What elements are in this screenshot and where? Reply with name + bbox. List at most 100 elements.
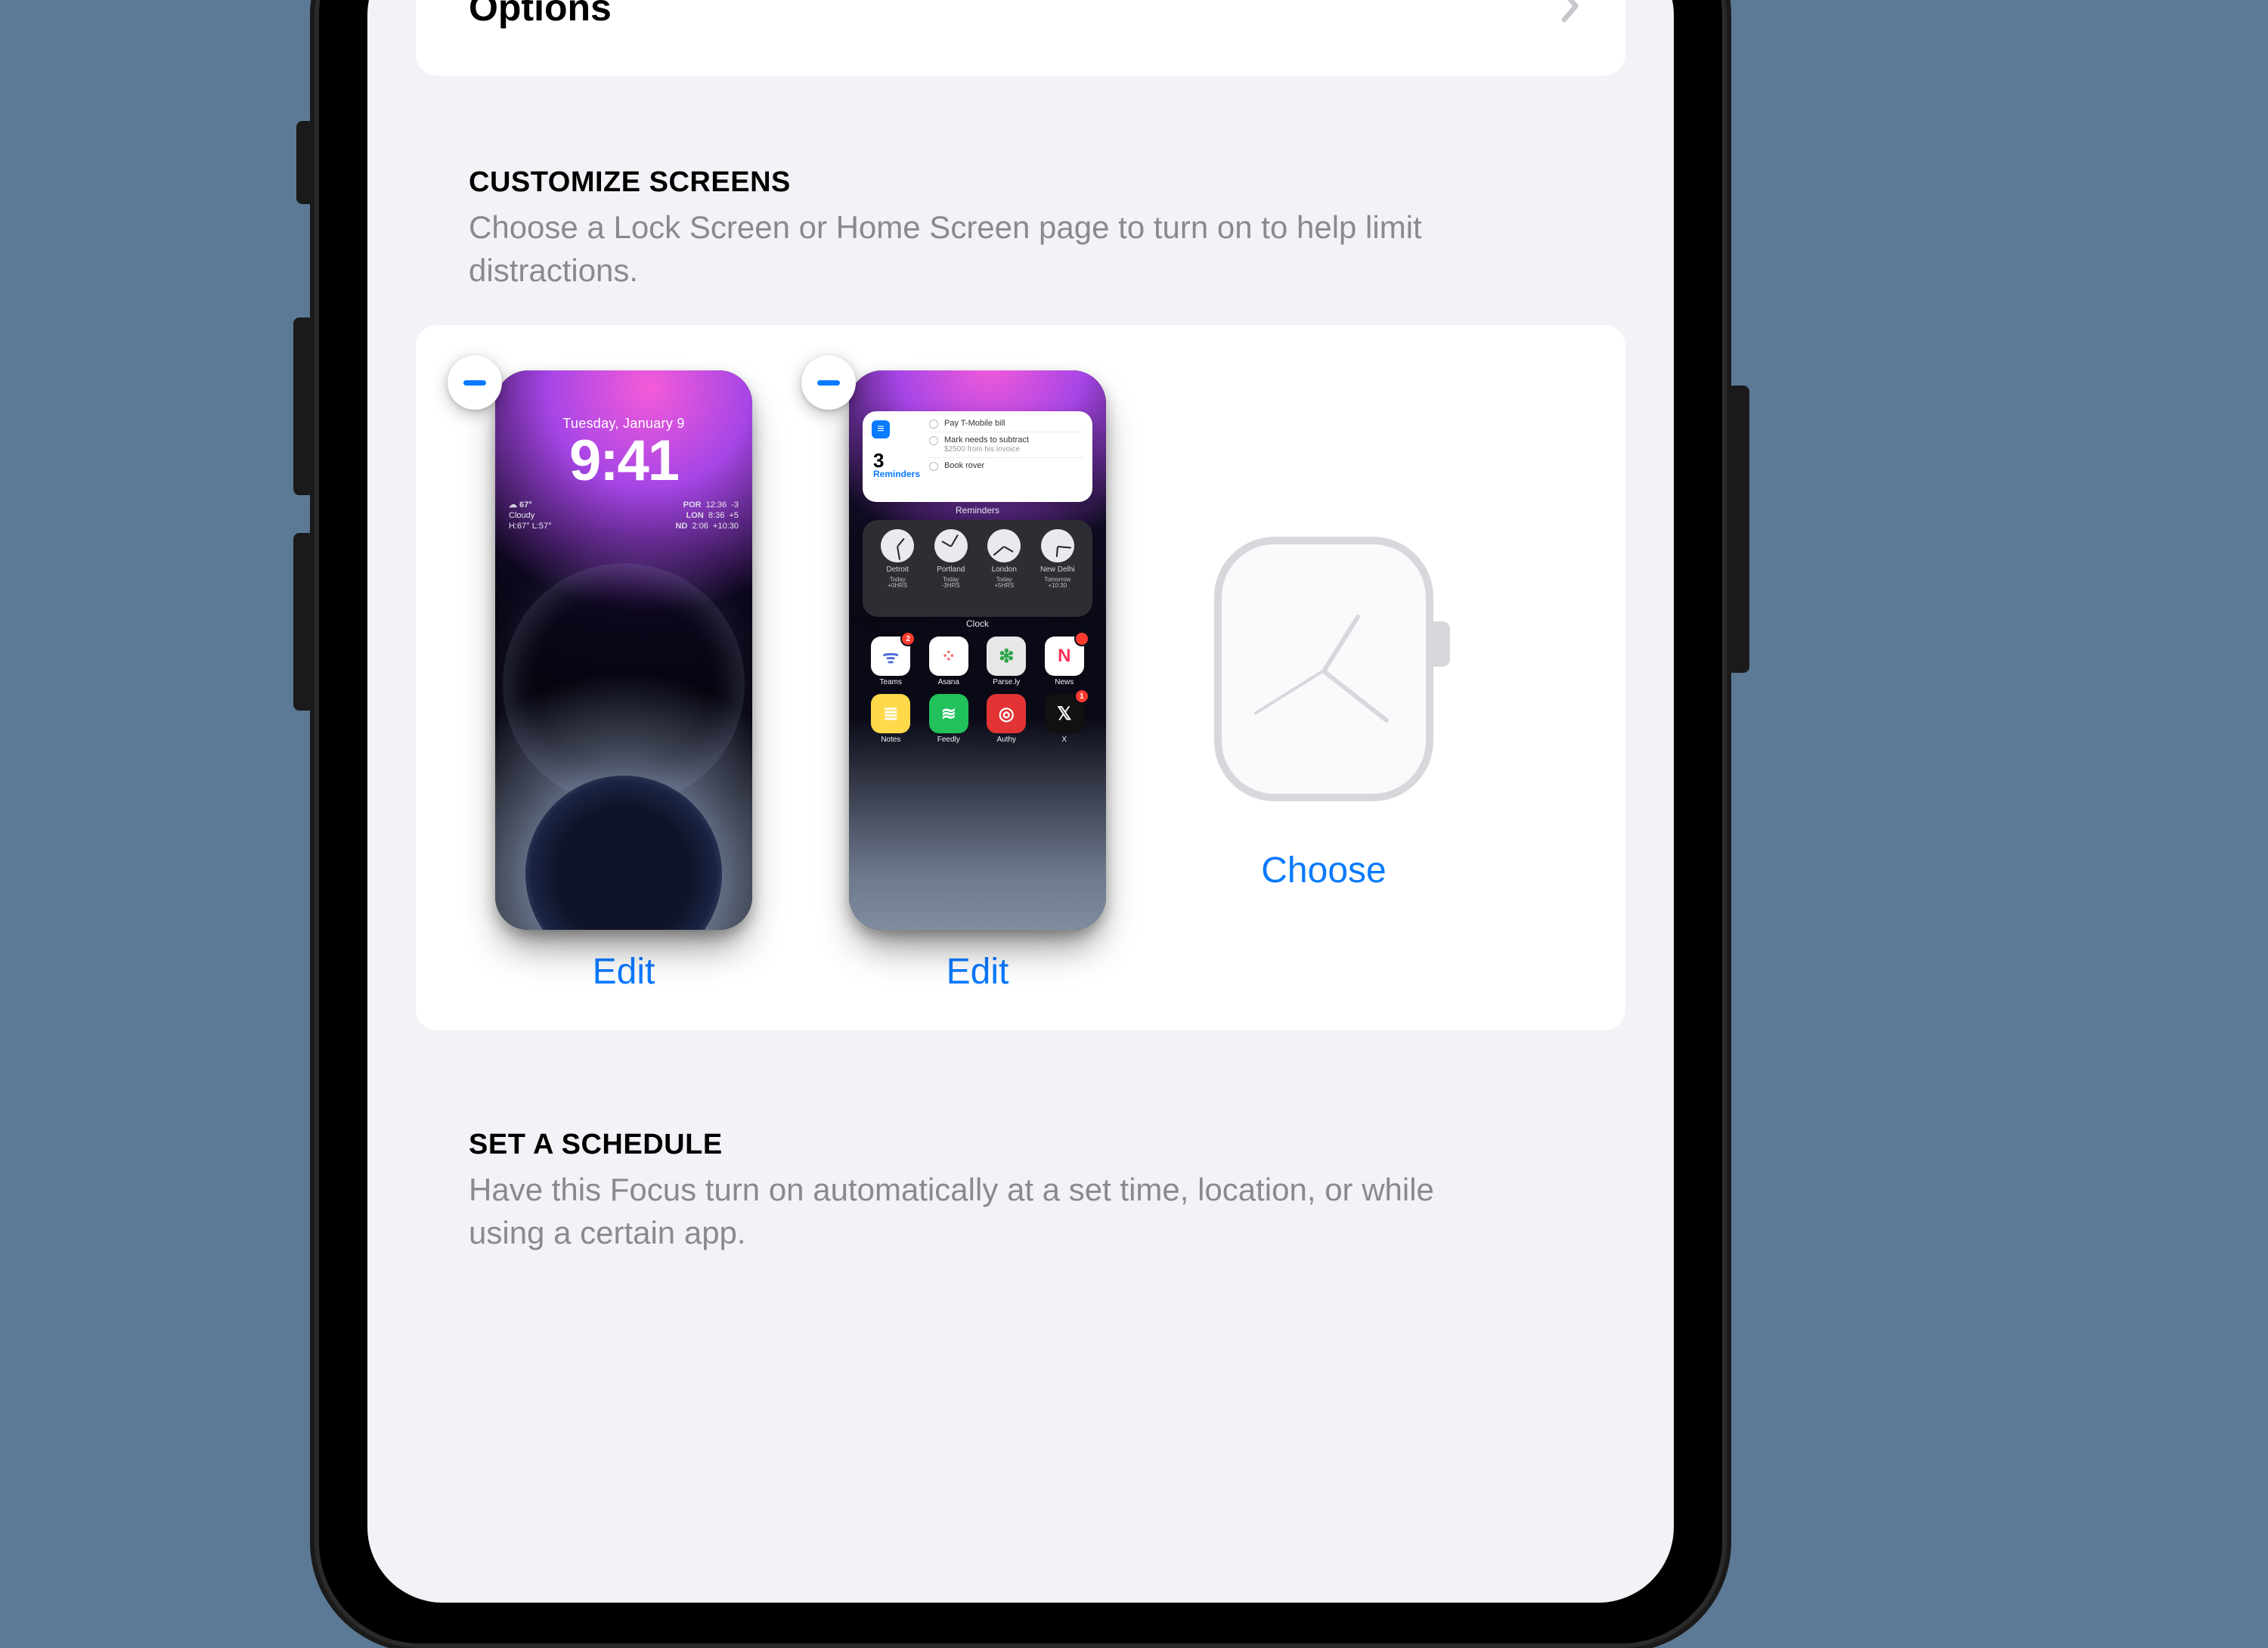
customize-section-header: CUSTOMIZE SCREENS Choose a Lock Screen o… bbox=[367, 76, 1674, 304]
clock-caption: Clock bbox=[849, 618, 1106, 629]
reminders-count: 3 bbox=[873, 451, 920, 470]
clock-face-icon bbox=[1041, 529, 1074, 562]
weather-condition: Cloudy bbox=[509, 511, 552, 522]
customize-card: Tuesday, January 9 9:41 ☁︎ 67° Cloudy H:… bbox=[416, 325, 1625, 1030]
watch-column: Choose bbox=[1161, 370, 1486, 891]
notification-badge bbox=[1076, 633, 1088, 645]
customize-subtitle: Choose a Lock Screen or Home Screen page… bbox=[469, 206, 1467, 292]
lock-screen-time: 9:41 bbox=[495, 428, 752, 494]
schedule-title: SET A SCHEDULE bbox=[469, 1129, 1572, 1161]
customize-title: CUSTOMIZE SCREENS bbox=[469, 166, 1572, 199]
watch-crown bbox=[1433, 621, 1450, 667]
app-label: Parse.ly bbox=[993, 678, 1020, 686]
clock-widget: Detroit Today+0HRS Portland Today-3HRS Londo… bbox=[863, 520, 1092, 617]
home-screen-column: ≡ 3 Reminders Pay T-Mobile bill Mark need… bbox=[815, 370, 1140, 993]
clock-city: LondonToday+5HRS bbox=[980, 529, 1029, 611]
world-clock-row: ND 2:06 +10:30 bbox=[676, 522, 739, 532]
app-icon: 𝕏1 bbox=[1045, 694, 1084, 733]
schedule-section-header: SET A SCHEDULE Have this Focus turn on a… bbox=[367, 1030, 1674, 1266]
app-label: Asana bbox=[938, 678, 959, 686]
edit-lock-screen-button[interactable]: Edit bbox=[593, 951, 655, 993]
reminder-item: Mark needs to subtract$2500 from his inv… bbox=[929, 432, 1083, 457]
clock-city-sub: Today-3HRS bbox=[942, 577, 960, 589]
reminders-caption: Reminders bbox=[849, 505, 1106, 516]
weather-temp: ☁︎ 67° bbox=[509, 500, 552, 511]
app-label: Authy bbox=[996, 736, 1016, 744]
world-clock-widget: POR 12:36 -3LON 8:36 +5ND 2:06 +10:30 bbox=[676, 500, 739, 531]
reminders-app-icon: ≡ bbox=[872, 420, 890, 438]
app-authy: ◎ Authy bbox=[983, 694, 1030, 744]
app-icon: ◎ bbox=[987, 694, 1026, 733]
edit-home-screen-button[interactable]: Edit bbox=[947, 951, 1009, 993]
app-icon: ᯤ2 bbox=[871, 637, 910, 676]
phone-volume-down-button bbox=[293, 533, 314, 711]
app-icon: N bbox=[1045, 637, 1084, 676]
clock-face-icon bbox=[987, 529, 1021, 562]
app-x: 𝕏1 X bbox=[1041, 694, 1089, 744]
notification-badge: 2 bbox=[902, 633, 914, 645]
phone-volume-up-button bbox=[293, 318, 314, 495]
clock-city-name: Portland bbox=[937, 565, 965, 574]
phone-silence-switch bbox=[296, 121, 314, 204]
clock-city: Detroit Today+0HRS bbox=[873, 529, 922, 611]
remove-lock-screen-button[interactable] bbox=[448, 355, 502, 410]
app-label: Teams bbox=[880, 678, 902, 686]
reminder-text: Book rover bbox=[944, 461, 1083, 471]
lock-screen-column: Tuesday, January 9 9:41 ☁︎ 67° Cloudy H:… bbox=[461, 370, 786, 993]
app-notes: ≣ Notes bbox=[867, 694, 915, 744]
reminders-widget: ≡ 3 Reminders Pay T-Mobile bill Mark need… bbox=[863, 411, 1092, 502]
home-screen-preview[interactable]: ≡ 3 Reminders Pay T-Mobile bill Mark need… bbox=[849, 370, 1106, 930]
app-feedly: ≋ Feedly bbox=[925, 694, 973, 744]
remove-home-screen-button[interactable] bbox=[801, 355, 856, 410]
lock-screen-earth-ring bbox=[503, 563, 745, 805]
clock-city-sub: Tomorrow+10:30 bbox=[1044, 577, 1070, 589]
schedule-subtitle: Have this Focus turn on automatically at… bbox=[469, 1169, 1467, 1254]
app-grid: ᯤ2 Teams ⁘ Asana ❇︎ Parse.ly N News ≣ Notes ≋ Feedl… bbox=[867, 637, 1088, 744]
app-icon: ❇︎ bbox=[987, 637, 1026, 676]
page-root: Options CUSTOMIZE SCREENS Choose a Lock … bbox=[0, 0, 2268, 1512]
app-icon: ⁘ bbox=[929, 637, 968, 676]
app-icon: ≣ bbox=[871, 694, 910, 733]
reminder-item: Pay T-Mobile bill bbox=[929, 419, 1083, 432]
choose-watch-face-button[interactable]: Choose bbox=[1261, 850, 1386, 891]
lock-screen-preview[interactable]: Tuesday, January 9 9:41 ☁︎ 67° Cloudy H:… bbox=[495, 370, 752, 930]
chevron-right-icon bbox=[1559, 0, 1583, 26]
weather-range: H:67° L:57° bbox=[509, 522, 552, 532]
app-label: News bbox=[1055, 678, 1074, 686]
clock-city: Portland Today-3HRS bbox=[927, 529, 976, 611]
reminders-items: Pay T-Mobile bill Mark needs to subtract$… bbox=[929, 419, 1083, 473]
watch-face-placeholder[interactable] bbox=[1214, 537, 1433, 801]
reminders-label: Reminders bbox=[873, 469, 920, 479]
clock-face-icon bbox=[881, 529, 914, 562]
notification-badge: 1 bbox=[1076, 690, 1088, 702]
options-row[interactable]: Options bbox=[416, 0, 1625, 76]
clock-face-icon bbox=[934, 529, 968, 562]
clock-city-name: Detroit bbox=[887, 565, 909, 574]
app-label: Notes bbox=[881, 736, 900, 744]
phone-power-button bbox=[1727, 386, 1749, 673]
minus-icon bbox=[817, 380, 840, 386]
reminder-item: Book rover bbox=[929, 457, 1083, 474]
world-clock-row: LON 8:36 +5 bbox=[676, 511, 739, 522]
phone-screen: Options CUSTOMIZE SCREENS Choose a Lock … bbox=[367, 0, 1674, 1603]
app-icon: ≋ bbox=[929, 694, 968, 733]
app-label: Feedly bbox=[937, 736, 960, 744]
app-teams: ᯤ2 Teams bbox=[867, 637, 915, 686]
reminder-bullet-icon bbox=[929, 436, 938, 445]
options-label: Options bbox=[469, 0, 612, 29]
app-news: N News bbox=[1041, 637, 1089, 686]
reminder-text: Mark needs to subtract$2500 from his inv… bbox=[944, 435, 1083, 454]
weather-widget: ☁︎ 67° Cloudy H:67° L:57° bbox=[509, 500, 552, 531]
minus-icon bbox=[463, 380, 486, 386]
reminder-bullet-icon bbox=[929, 462, 938, 471]
clock-city-sub: Today+0HRS bbox=[888, 577, 907, 589]
lock-screen-widgets: ☁︎ 67° Cloudy H:67° L:57° POR 12:36 -3LO… bbox=[509, 500, 739, 531]
clock-city-name: London bbox=[992, 565, 1017, 574]
app-parse-ly: ❇︎ Parse.ly bbox=[983, 637, 1030, 686]
clock-city-name: New Delhi bbox=[1040, 565, 1075, 574]
reminder-bullet-icon bbox=[929, 420, 938, 429]
app-label: X bbox=[1061, 736, 1067, 744]
clock-city: New Delhi Tomorrow+10:30 bbox=[1033, 529, 1083, 611]
app-asana: ⁘ Asana bbox=[925, 637, 973, 686]
world-clock-row: POR 12:36 -3 bbox=[676, 500, 739, 511]
